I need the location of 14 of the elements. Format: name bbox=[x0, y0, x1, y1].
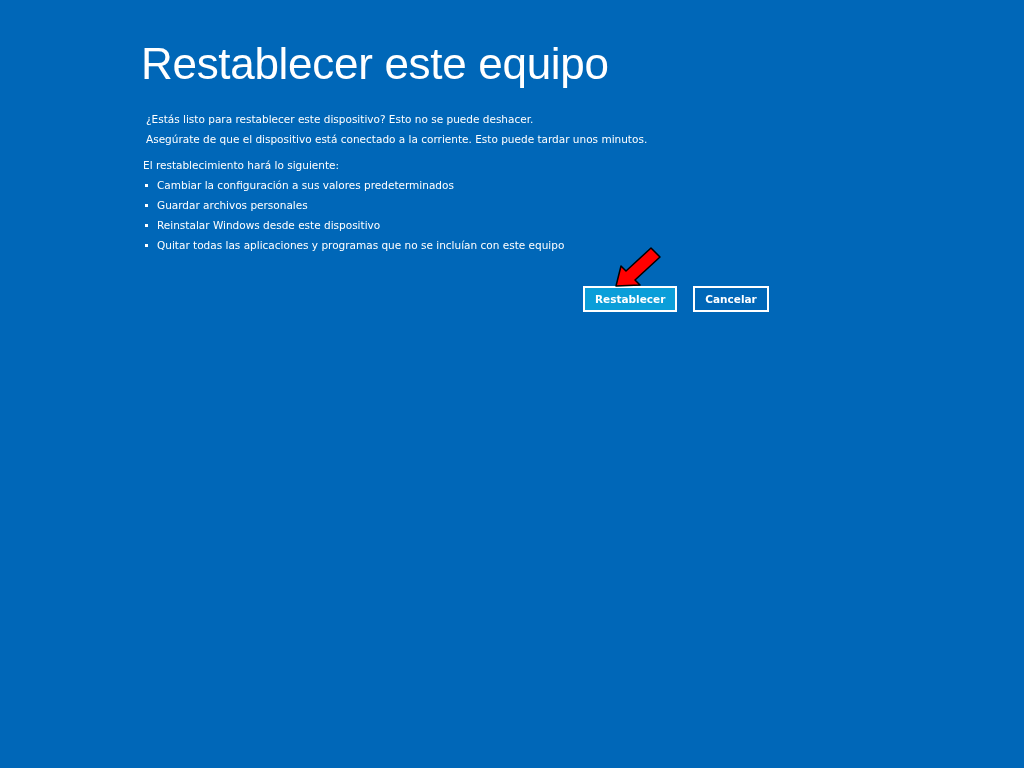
list-heading: El restablecimiento hará lo siguiente: bbox=[143, 158, 341, 172]
list-item: Guardar archivos personales bbox=[157, 198, 308, 212]
cancel-button[interactable]: Cancelar bbox=[693, 286, 769, 312]
list-item: Reinstalar Windows desde este dispositivo bbox=[157, 218, 381, 232]
info-text: ¿Estás listo para restablecer este dispositivo? Esto no se puede deshacer. bbox=[146, 112, 535, 126]
bullet-icon bbox=[145, 243, 148, 247]
bullet-icon bbox=[145, 203, 148, 207]
bullet-icon bbox=[145, 223, 148, 227]
list-item: Cambiar la configuración a sus valores predeterminados bbox=[157, 178, 454, 192]
reset-button[interactable]: Restablecer bbox=[583, 286, 678, 312]
info-text: Asegúrate de que el dispositivo está conectado a la corriente. Esto puede tardar unos minutos. bbox=[146, 132, 649, 146]
bullet-icon bbox=[145, 183, 148, 187]
page-title: Restablecer este equipo bbox=[141, 38, 610, 90]
list-item: Quitar todas las aplicaciones y programas que no se incluían con este equipo bbox=[157, 238, 565, 252]
